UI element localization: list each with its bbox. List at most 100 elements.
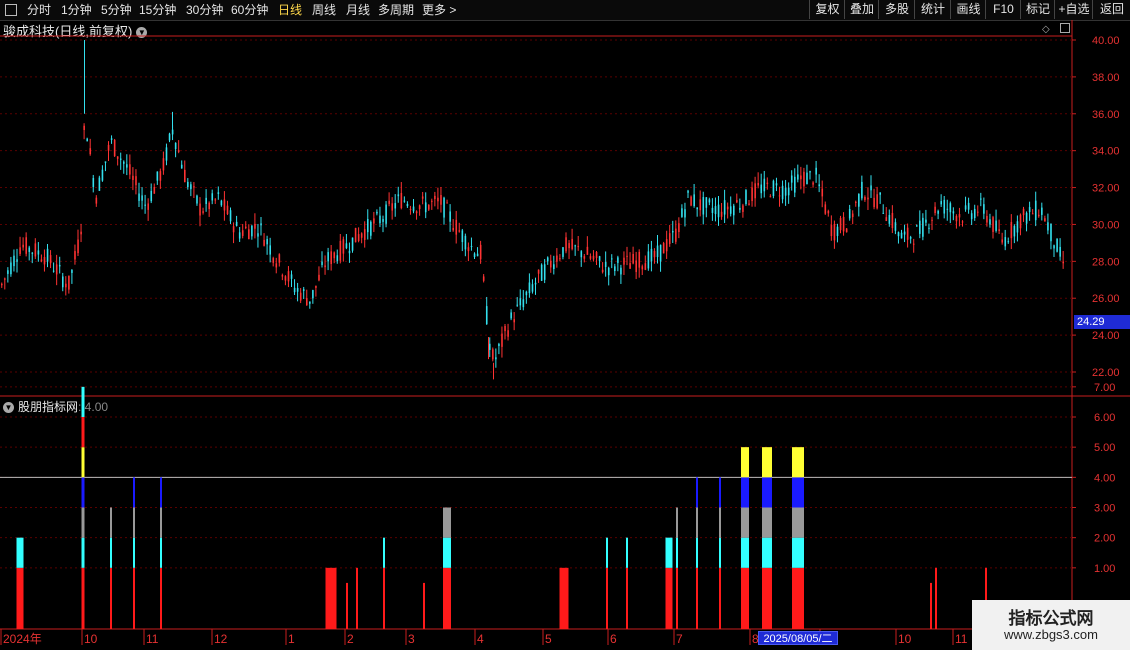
top-toolbar: 分时 1分钟 5分钟 15分钟 30分钟 60分钟 日线 周线 月线 多周期 更多 > 复权 叠加 多股…: [0, 0, 1130, 21]
candle-body: [177, 150, 180, 153]
candle-body: [888, 215, 891, 224]
candle-body: [52, 270, 55, 272]
indicator-bar-segment: [423, 582, 425, 598]
candle-body: [449, 211, 451, 222]
candle-body: [909, 237, 912, 239]
candle-body: [123, 161, 125, 164]
period-tab[interactable]: 5分钟: [101, 0, 132, 20]
date-axis-label: 11: [955, 632, 968, 646]
candle-body: [187, 181, 189, 188]
chevron-down-icon[interactable]: ▼: [3, 402, 14, 413]
chart-canvas[interactable]: 40.0038.0036.0034.0032.0030.0028.0026.00…: [0, 0, 1130, 650]
indicator-bar-base: [81, 598, 85, 629]
period-tab[interactable]: 15分钟: [139, 0, 176, 20]
candle-body: [672, 230, 674, 233]
candle-body: [638, 251, 641, 268]
candle-body: [855, 201, 857, 203]
candle-body: [257, 233, 259, 237]
toolbar-button[interactable]: 统计: [914, 0, 951, 19]
candle-body: [607, 267, 610, 276]
indicator-bar-base: [110, 598, 112, 629]
window-icon[interactable]: [5, 4, 17, 16]
price-axis-label: 32.00: [1092, 183, 1120, 195]
candle-body: [126, 164, 128, 168]
candle-body: [733, 205, 735, 216]
candle-body: [406, 203, 409, 207]
candle-body: [116, 156, 119, 159]
period-tab[interactable]: 1分钟: [61, 0, 92, 20]
period-tab[interactable]: 更多 >: [422, 0, 456, 20]
period-tab[interactable]: 日线: [278, 0, 302, 20]
period-tab[interactable]: 月线: [346, 0, 370, 20]
candle-body: [165, 147, 168, 161]
period-tab[interactable]: 周线: [312, 0, 336, 20]
candle-body: [925, 219, 927, 223]
candle-body: [202, 211, 204, 213]
candle-body: [55, 264, 58, 275]
candle-body: [199, 203, 201, 216]
toolbar-button[interactable]: 复权: [809, 0, 845, 19]
indicator-bar-segment: [665, 537, 673, 568]
candle-body: [668, 233, 671, 244]
candle-body: [470, 245, 473, 247]
candle-body: [763, 178, 766, 192]
candle-body: [766, 182, 769, 184]
candle-body: [144, 204, 146, 206]
candle-body: [309, 301, 311, 304]
candle-body: [601, 269, 604, 273]
period-tab[interactable]: 分时: [27, 0, 51, 20]
candle-body: [568, 243, 570, 249]
candle-body: [842, 216, 845, 232]
candle-body: [71, 270, 73, 273]
period-tab[interactable]: 60分钟: [231, 0, 268, 20]
candle-body: [77, 239, 79, 254]
indicator-bar-segment: [81, 477, 85, 508]
candle-body: [89, 148, 92, 155]
toolbar-button[interactable]: 多股: [878, 0, 915, 19]
toolbar-button[interactable]: +自选: [1054, 0, 1093, 19]
panel-toggle-icon[interactable]: [1060, 23, 1070, 33]
candle-body: [147, 203, 149, 210]
candle-body: [830, 225, 833, 237]
indicator-axis-label: 6.00: [1094, 412, 1115, 424]
candle-body: [592, 255, 595, 260]
indicator-bar-segment: [81, 507, 85, 538]
indicator-bar-segment: [81, 537, 85, 568]
candle-body: [278, 254, 281, 263]
candle-body: [113, 139, 116, 157]
indicator-name: 股朋指标网: [18, 400, 79, 414]
candle-body: [934, 206, 936, 214]
period-tab[interactable]: 30分钟: [186, 0, 223, 20]
toolbar-button[interactable]: 叠加: [844, 0, 879, 19]
indicator-bar-segment: [383, 567, 385, 598]
candle-body: [1028, 207, 1031, 213]
candle-body: [302, 289, 305, 291]
candle-body: [787, 187, 790, 196]
period-tab[interactable]: 多周期: [378, 0, 414, 20]
candle-body: [543, 264, 546, 280]
indicator-title[interactable]: ▼ 股朋指标网: 4.00: [3, 398, 108, 415]
toolbar-button[interactable]: 标记: [1020, 0, 1055, 19]
indicator-bar-segment: [792, 567, 804, 598]
candle-body: [675, 228, 677, 242]
candle-body: [254, 223, 256, 229]
candle-body: [595, 252, 598, 259]
candle-body: [245, 226, 247, 229]
toolbar-button[interactable]: 画线: [950, 0, 986, 19]
candle-body: [818, 184, 820, 187]
candle-body: [867, 197, 869, 200]
diamond-icon[interactable]: ◇: [1042, 24, 1050, 35]
candle-body: [617, 257, 619, 263]
candle-body: [983, 204, 985, 214]
indicator-bar-segment: [719, 537, 721, 568]
chevron-down-icon[interactable]: ▼: [136, 27, 148, 38]
candle-body: [824, 204, 827, 214]
candle-body: [241, 230, 244, 236]
candle-body: [800, 175, 802, 180]
stock-title[interactable]: 骏成科技(日线,前复权) ▼: [3, 21, 148, 40]
toolbar-button[interactable]: F10: [985, 0, 1021, 19]
indicator-bar-segment: [160, 477, 162, 508]
candle-body: [653, 250, 656, 258]
candle-body: [604, 262, 607, 267]
toolbar-button[interactable]: 返回: [1092, 0, 1130, 19]
